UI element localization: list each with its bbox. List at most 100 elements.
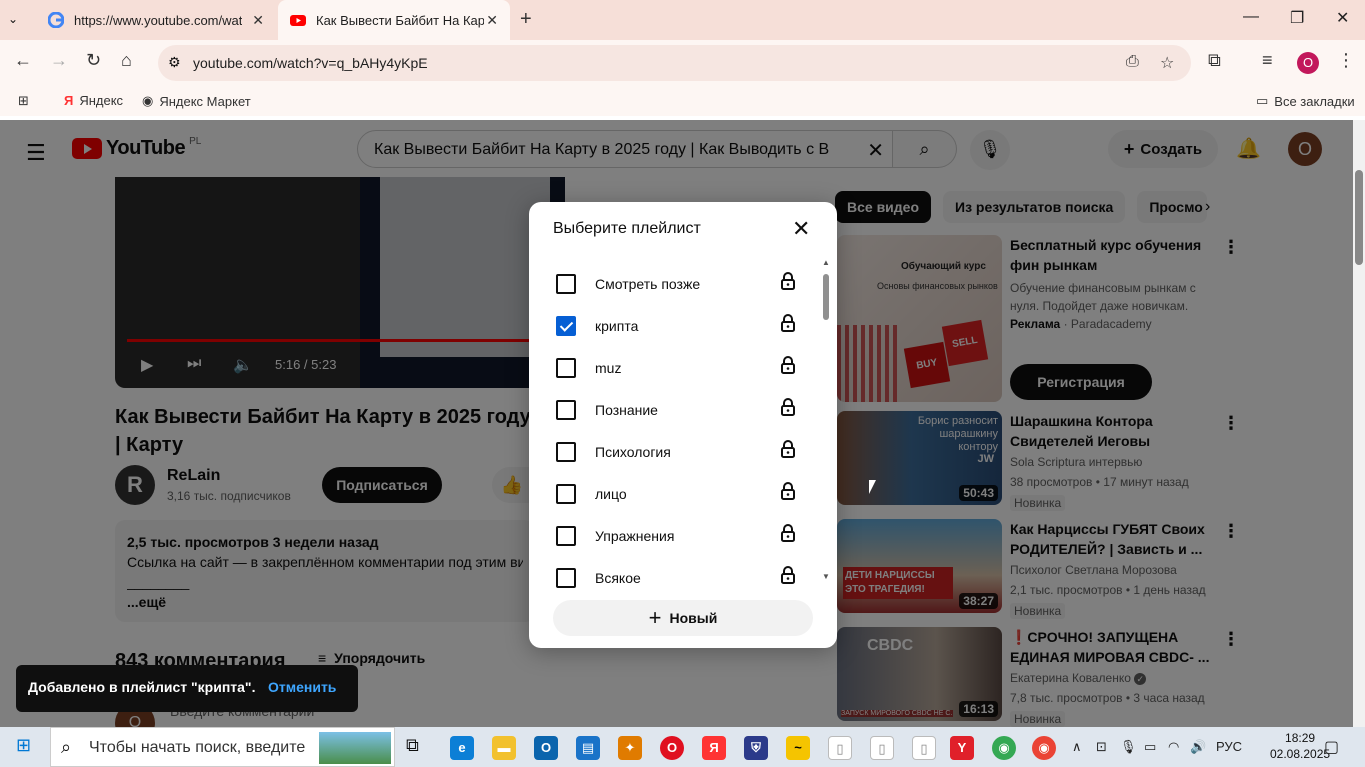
bookmarks-bar: ⊞ Я Яндекс ◉ Яндекс Маркет ▭ Все закладки xyxy=(0,86,1365,116)
battery-icon[interactable]: ▭ xyxy=(1144,739,1156,755)
clock[interactable]: 18:29 02.08.2025 xyxy=(1270,730,1330,762)
page-scrollbar[interactable] xyxy=(1353,120,1365,727)
wifi-icon[interactable]: ◠ xyxy=(1168,739,1179,755)
close-tab-icon[interactable]: ✕ xyxy=(252,12,264,29)
site-info-icon[interactable]: ⚙ xyxy=(168,54,181,71)
playlist-item[interactable]: Упражнения xyxy=(553,516,803,558)
playlist-checkbox[interactable] xyxy=(556,400,576,420)
bookmark-star-icon[interactable]: ☆ xyxy=(1160,53,1174,73)
chrome-active-icon[interactable]: ◉ xyxy=(1032,736,1056,760)
playlist-checkbox[interactable] xyxy=(556,526,576,546)
document-icon[interactable]: ▯ xyxy=(870,736,894,760)
close-window-icon[interactable]: ✕ xyxy=(1336,8,1349,28)
browser-toolbar: ← → ↻ ⌂ ⚙ youtube.com/watch?v=q_bAHy4yKp… xyxy=(0,40,1365,86)
windows-start-icon[interactable]: ⊞ xyxy=(16,735,31,756)
forward-icon[interactable]: → xyxy=(50,50,68,71)
playlist-item[interactable]: muz xyxy=(553,348,803,390)
youtube-icon xyxy=(290,15,306,26)
reload-icon[interactable]: ↻ xyxy=(86,50,101,71)
playlist-checkbox[interactable] xyxy=(556,484,576,504)
chrome-icon[interactable]: ◉ xyxy=(992,736,1016,760)
bookmark-yandex[interactable]: Я Яндекс xyxy=(64,93,123,108)
volume-icon[interactable]: 🔊 xyxy=(1190,739,1206,755)
playlist-checkbox[interactable] xyxy=(556,316,576,336)
new-playlist-button[interactable]: + Новый xyxy=(553,600,813,636)
lock-icon xyxy=(781,482,795,500)
playlist-item[interactable]: лицо xyxy=(553,474,803,516)
media-control-icon[interactable]: ≡ xyxy=(1262,50,1273,71)
tray-overflow-icon[interactable]: ∧ xyxy=(1072,739,1082,755)
playlist-checkbox[interactable] xyxy=(556,358,576,378)
task-view-icon[interactable]: ⧉ xyxy=(406,735,419,756)
yandex-browser-icon[interactable]: Y xyxy=(950,736,974,760)
scroll-up-icon[interactable]: ▲ xyxy=(822,258,830,267)
windows-taskbar: ⊞ ⌕ Чтобы начать поиск, введите ⧉ e ▬ O … xyxy=(0,727,1365,767)
playlist-name: крипта xyxy=(595,318,639,334)
playlist-name: muz xyxy=(595,360,622,376)
undo-button[interactable]: Отменить xyxy=(268,679,336,695)
google-icon xyxy=(48,12,64,28)
playlist-item[interactable]: Всякое xyxy=(553,558,803,600)
trading-app-icon[interactable]: ~ xyxy=(786,736,810,760)
input-language[interactable]: РУС xyxy=(1216,739,1242,754)
search-highlight-image xyxy=(319,732,391,764)
address-bar[interactable]: ⚙ youtube.com/watch?v=q_bAHy4yKpE ⎙ ☆ xyxy=(158,45,1191,81)
yandex-icon[interactable]: Я xyxy=(702,736,726,760)
scroll-down-icon[interactable]: ▼ xyxy=(822,572,830,581)
tab-search-dropdown-icon[interactable]: ⌄ xyxy=(8,12,18,26)
outlook-icon[interactable]: O xyxy=(534,736,558,760)
minimize-icon[interactable]: — xyxy=(1243,8,1259,26)
url-text[interactable]: youtube.com/watch?v=q_bAHy4yKpE xyxy=(193,55,428,71)
page-scrollbar-thumb[interactable] xyxy=(1355,170,1363,265)
lock-icon xyxy=(781,398,795,416)
notifications-icon[interactable]: ▢ xyxy=(1324,737,1339,757)
lock-icon xyxy=(781,566,795,584)
edge-icon[interactable]: e xyxy=(450,736,474,760)
tab-strip: ⌄ https://www.youtube.com/watc ✕ Как Выв… xyxy=(0,0,1365,40)
playlist-checkbox[interactable] xyxy=(556,274,576,294)
close-tab-icon[interactable]: ✕ xyxy=(486,12,498,29)
dialog-title: Выберите плейлист xyxy=(553,220,701,237)
back-icon[interactable]: ← xyxy=(14,50,32,71)
playlist-name: Познание xyxy=(595,402,658,418)
close-dialog-icon[interactable]: ✕ xyxy=(792,216,810,242)
home-icon[interactable]: ⌂ xyxy=(121,50,132,71)
tab-current-video[interactable]: Как Вывести Байбит На Карту ✕ xyxy=(278,0,510,40)
playlist-item[interactable]: крипта xyxy=(553,306,803,348)
dialog-scrollbar-thumb[interactable] xyxy=(823,274,829,320)
new-tab-icon[interactable]: + xyxy=(520,8,532,31)
all-bookmarks[interactable]: ▭ Все закладки xyxy=(1256,93,1355,109)
menu-kebab-icon[interactable]: ⋮ xyxy=(1337,50,1355,71)
settings-app-icon[interactable]: ✦ xyxy=(618,736,642,760)
tab-youtube-search[interactable]: https://www.youtube.com/watc ✕ xyxy=(36,0,276,40)
lock-icon xyxy=(781,440,795,458)
apps-grid-icon[interactable]: ⊞ xyxy=(18,93,29,109)
folder-icon: ▭ xyxy=(1256,93,1269,108)
yandex-icon: Я xyxy=(64,93,74,108)
windows-app-icon[interactable]: ▤ xyxy=(576,736,600,760)
dialog-scrollbar[interactable]: ▲ ▼ xyxy=(822,258,831,581)
playlist-name: Всякое xyxy=(595,570,641,586)
restore-icon[interactable]: ❐ xyxy=(1290,8,1304,28)
playlist-item[interactable]: Познание xyxy=(553,390,803,432)
playlist-checkbox[interactable] xyxy=(556,568,576,588)
document-icon[interactable]: ▯ xyxy=(912,736,936,760)
lock-icon xyxy=(781,314,795,332)
tab-title: https://www.youtube.com/watc xyxy=(74,12,242,28)
document-icon[interactable]: ▯ xyxy=(828,736,852,760)
taskbar-search[interactable]: ⌕ Чтобы начать поиск, введите xyxy=(50,727,395,767)
playlist-checkbox[interactable] xyxy=(556,442,576,462)
tray-app-icon[interactable]: ⊡ xyxy=(1096,739,1107,755)
shield-app-icon[interactable]: ⛨ xyxy=(744,736,768,760)
file-explorer-icon[interactable]: ▬ xyxy=(492,736,516,760)
extensions-icon[interactable]: ⧉ xyxy=(1208,50,1221,71)
opera-icon[interactable]: O xyxy=(660,736,684,760)
bookmark-yandex-market[interactable]: ◉ Яндекс Маркет xyxy=(142,93,251,109)
install-app-icon[interactable]: ⎙ xyxy=(1126,53,1139,71)
playlist-item[interactable]: Психология xyxy=(553,432,803,474)
microphone-tray-icon[interactable]: 🎙 xyxy=(1120,739,1137,755)
plus-icon: + xyxy=(648,605,662,630)
search-icon: ⌕ xyxy=(61,737,72,757)
playlist-item[interactable]: Смотреть позже xyxy=(553,264,803,306)
profile-avatar[interactable]: O xyxy=(1297,52,1319,74)
